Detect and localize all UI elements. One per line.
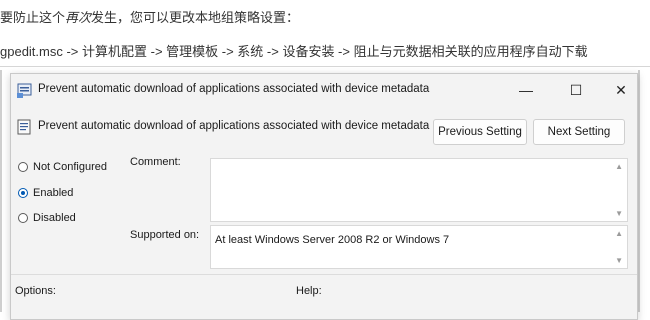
close-button[interactable]: ✕ [601, 78, 641, 102]
article-path-line: gpedit.msc -> 计算机配置 -> 管理模板 -> 系统 -> 设备安… [0, 44, 588, 59]
article-divider [0, 66, 650, 67]
radio-circle[interactable] [18, 213, 28, 223]
radio-label: Disabled [33, 212, 76, 224]
help-label: Help: [296, 285, 322, 297]
article-text-part: 要防止这个 [0, 10, 66, 25]
supported-on-value: At least Windows Server 2008 R2 or Windo… [215, 234, 450, 246]
radio-circle[interactable] [18, 162, 28, 172]
comment-textarea[interactable]: ▲ ▼ [210, 158, 628, 222]
policy-document-icon [17, 119, 31, 135]
radio-enabled[interactable]: Enabled [18, 187, 73, 199]
scroll-up-arrow-icon[interactable]: ▲ [615, 162, 623, 171]
dialog-title: Prevent automatic download of applicatio… [38, 83, 430, 95]
policy-settings-icon [17, 83, 32, 98]
section-divider [11, 274, 637, 275]
supported-on-box: At least Windows Server 2008 R2 or Windo… [210, 225, 628, 269]
scroll-down-arrow-icon[interactable]: ▼ [615, 209, 623, 218]
dialog-titlebar[interactable]: Prevent automatic download of applicatio… [11, 74, 637, 106]
left-edge-line [0, 70, 2, 312]
maximize-button[interactable]: ☐ [556, 78, 596, 102]
scroll-down-arrow-icon[interactable]: ▼ [615, 256, 623, 265]
scroll-up-arrow-icon[interactable]: ▲ [615, 229, 623, 238]
article-text-part: 发生，您可以更改本地组策略设置： [91, 10, 300, 25]
setting-header-title: Prevent automatic download of applicatio… [38, 120, 430, 132]
article-text-line1: 要防止这个再次发生，您可以更改本地组策略设置： [0, 7, 299, 26]
next-setting-button[interactable]: Next Setting [533, 119, 625, 145]
radio-label: Enabled [33, 187, 74, 199]
minimize-button[interactable]: — [506, 78, 546, 102]
radio-not-configured[interactable]: Not Configured [18, 161, 107, 173]
policy-dialog: Prevent automatic download of applicatio… [10, 73, 638, 320]
previous-setting-button[interactable]: Previous Setting [433, 119, 527, 145]
comment-label: Comment: [130, 156, 181, 168]
radio-label: Not Configured [33, 161, 107, 173]
article-emphasis: 再次 [65, 10, 92, 25]
radio-circle-selected[interactable] [18, 188, 28, 198]
right-edge-line [638, 70, 640, 312]
supported-on-label: Supported on: [130, 229, 200, 241]
radio-disabled[interactable]: Disabled [18, 212, 76, 224]
options-label: Options: [15, 285, 56, 297]
